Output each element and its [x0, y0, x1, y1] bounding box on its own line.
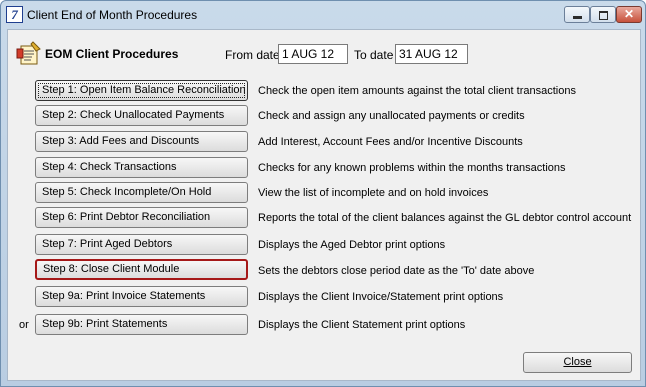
step-4-button[interactable]: Step 4: Check Transactions: [35, 157, 248, 178]
step-6-description: Reports the total of the client balances…: [258, 212, 632, 224]
close-button[interactable]: Close: [523, 352, 632, 373]
step-2-description: Check and assign any unallocated payment…: [258, 110, 525, 122]
window-title: Client End of Month Procedures: [27, 8, 198, 22]
step-7-description: Displays the Aged Debtor print options: [258, 239, 446, 251]
title-bar[interactable]: 7 Client End of Month Procedures ✕: [1, 1, 645, 29]
close-button-label: Close: [563, 356, 592, 368]
maximize-button[interactable]: [590, 6, 616, 23]
maximize-icon: [599, 11, 608, 20]
step-9a-button[interactable]: Step 9a: Print Invoice Statements: [35, 286, 248, 307]
to-date-field[interactable]: [395, 44, 468, 64]
step-1-description: Check the open item amounts against the …: [258, 85, 576, 97]
step-7-button[interactable]: Step 7: Print Aged Debtors: [35, 234, 248, 255]
from-date-label: From date: [225, 48, 280, 62]
to-date-label: To date: [354, 48, 394, 62]
page-title: EOM Client Procedures: [45, 47, 179, 61]
close-icon: ✕: [623, 7, 635, 21]
step-5-button[interactable]: Step 5: Check Incomplete/On Hold: [35, 182, 248, 203]
from-date-field[interactable]: [278, 44, 348, 64]
app-icon: 7: [6, 6, 23, 23]
window-close-button[interactable]: ✕: [616, 6, 642, 23]
minimize-button[interactable]: [564, 6, 590, 23]
step-8-description: Sets the debtors close period date as th…: [258, 265, 535, 277]
step-6-button[interactable]: Step 6: Print Debtor Reconciliation: [35, 207, 248, 228]
step-9b-button[interactable]: Step 9b: Print Statements: [35, 314, 248, 335]
minimize-icon: [573, 16, 582, 19]
step-8-button[interactable]: Step 8: Close Client Module: [35, 259, 248, 280]
step-4-description: Checks for any known problems within the…: [258, 162, 566, 174]
step-3-button[interactable]: Step 3: Add Fees and Discounts: [35, 131, 248, 152]
step-9a-description: Displays the Client Invoice/Statement pr…: [258, 291, 504, 303]
step-9b-description: Displays the Client Statement print opti…: [258, 319, 466, 331]
client-area: EOM Client Procedures From date To date …: [7, 29, 641, 381]
procedures-icon: [16, 41, 41, 65]
step-3-description: Add Interest, Account Fees and/or Incent…: [258, 136, 523, 148]
step-2-button[interactable]: Step 2: Check Unallocated Payments: [35, 105, 248, 126]
eom-window: 7 Client End of Month Procedures ✕ EOM C…: [0, 0, 646, 387]
step-1-button[interactable]: Step 1: Open Item Balance Reconciliation: [35, 80, 248, 101]
step-5-description: View the list of incomplete and on hold …: [258, 187, 489, 199]
or-label: or: [19, 319, 29, 331]
